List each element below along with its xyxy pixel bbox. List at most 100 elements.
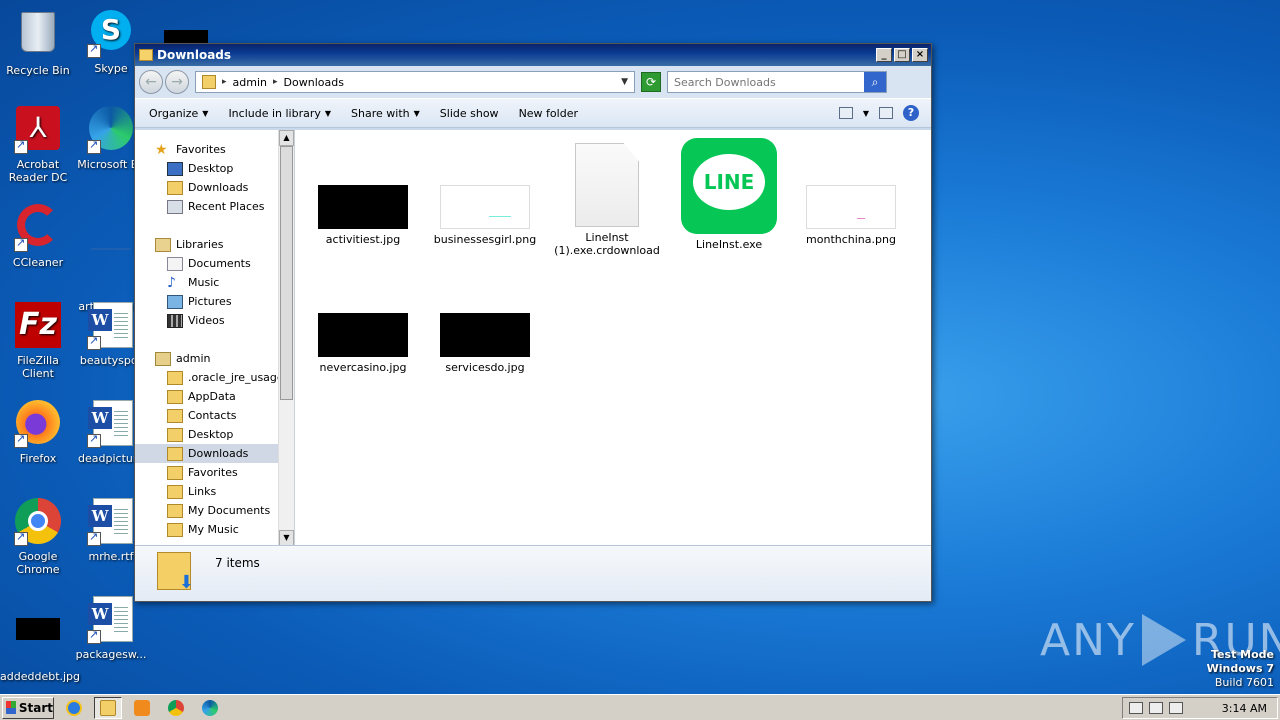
refresh-button[interactable]: ⟳ bbox=[641, 72, 661, 92]
word-doc-icon: W bbox=[87, 596, 135, 644]
nav-favorites-desktop[interactable]: Desktop bbox=[135, 159, 294, 178]
nav-folder-desktop[interactable]: Desktop bbox=[135, 425, 294, 444]
nav-libraries[interactable]: Libraries bbox=[135, 235, 294, 254]
file-name: LineInst (1).exe.crdownload bbox=[554, 231, 660, 257]
chevron-down-icon: ▼ bbox=[413, 108, 420, 118]
desktop-icon-label: mrhe.rtf bbox=[88, 550, 134, 563]
speaker-icon[interactable] bbox=[1129, 702, 1143, 714]
help-icon[interactable]: ? bbox=[903, 105, 919, 121]
desktop-icon-ccleaner[interactable]: CCleaner bbox=[0, 204, 76, 269]
file-item[interactable]: LineInst (1).exe.crdownload bbox=[547, 143, 667, 257]
nav-favorites[interactable]: ★ Favorites bbox=[135, 140, 294, 159]
taskbar-media-player[interactable] bbox=[128, 697, 156, 719]
firefox-icon bbox=[14, 400, 62, 448]
favorites-folder-icon bbox=[167, 465, 183, 480]
image-thumbnail-icon bbox=[318, 313, 408, 357]
contacts-folder-icon bbox=[167, 408, 183, 423]
preview-pane-icon[interactable] bbox=[879, 107, 893, 119]
explorer-window: Downloads _ □ × ← → ▸ admin ▸ Downloads … bbox=[134, 43, 932, 602]
nav-folder-downloads[interactable]: Downloads bbox=[135, 444, 294, 463]
new-folder-button[interactable]: New folder bbox=[511, 104, 586, 123]
nav-folder-appdata[interactable]: AppData bbox=[135, 387, 294, 406]
chevron-down-icon[interactable]: ▼ bbox=[863, 109, 869, 118]
organize-button[interactable]: Organize ▼ bbox=[141, 104, 216, 123]
scroll-up-icon[interactable]: ▲ bbox=[279, 130, 294, 146]
file-item[interactable]: activitiest.jpg bbox=[303, 185, 423, 246]
file-name: activitiest.jpg bbox=[325, 233, 401, 246]
chevron-right-icon[interactable]: ▸ bbox=[222, 77, 227, 87]
build-text: Build 7601 bbox=[1214, 676, 1274, 689]
search-input[interactable] bbox=[674, 75, 864, 89]
folder-icon bbox=[100, 699, 116, 716]
flag-icon[interactable] bbox=[1169, 702, 1183, 714]
nav-folder-my-documents[interactable]: My Documents bbox=[135, 501, 294, 520]
desktop-icon-firefox[interactable]: Firefox bbox=[0, 400, 76, 465]
slide-show-button[interactable]: Slide show bbox=[432, 104, 507, 123]
search-box[interactable]: ⌕ bbox=[667, 71, 887, 93]
chevron-right-icon[interactable]: ▸ bbox=[273, 77, 278, 87]
minimize-button[interactable]: _ bbox=[876, 48, 892, 62]
close-button[interactable]: × bbox=[912, 48, 928, 62]
windows-logo-icon bbox=[6, 701, 16, 714]
start-button[interactable]: Start bbox=[2, 696, 54, 719]
taskbar-explorer[interactable] bbox=[94, 696, 122, 719]
nav-label: Downloads bbox=[188, 447, 249, 460]
file-item[interactable]: LINE LineInst.exe bbox=[669, 138, 789, 251]
nav-folder-oracle-jre-usage[interactable]: .oracle_jre_usage bbox=[135, 368, 294, 387]
acrobat-icon: ⅄ bbox=[14, 106, 62, 154]
file-item[interactable]: servicesdo.jpg bbox=[425, 313, 545, 374]
file-item[interactable]: monthchina.png bbox=[791, 185, 911, 246]
nav-scrollbar[interactable]: ▲ ▼ bbox=[278, 130, 294, 546]
file-item[interactable]: nevercasino.jpg bbox=[303, 313, 423, 374]
taskbar-edge[interactable] bbox=[196, 697, 224, 719]
links-folder-icon bbox=[167, 484, 183, 499]
nav-library-videos[interactable]: Videos bbox=[135, 311, 294, 330]
breadcrumb-admin[interactable]: admin bbox=[233, 76, 267, 89]
nav-favorites-recent-places[interactable]: Recent Places bbox=[135, 197, 294, 216]
include-in-library-button[interactable]: Include in library ▼ bbox=[220, 104, 339, 123]
nav-folder-favorites[interactable]: Favorites bbox=[135, 463, 294, 482]
nav-user-admin[interactable]: admin bbox=[135, 349, 294, 368]
desktop-icon-acrobat[interactable]: ⅄ Acrobat Reader DC bbox=[0, 106, 76, 184]
nav-library-documents[interactable]: Documents bbox=[135, 254, 294, 273]
desktop-icon-label: packagesw... bbox=[75, 648, 147, 661]
nav-favorites-downloads[interactable]: Downloads bbox=[135, 178, 294, 197]
breadcrumb-downloads[interactable]: Downloads bbox=[284, 76, 344, 89]
chevron-down-icon[interactable]: ▼ bbox=[621, 77, 628, 87]
nav-library-music[interactable]: ♪ Music bbox=[135, 273, 294, 292]
pictures-icon bbox=[167, 294, 183, 309]
file-item[interactable]: businessesgirl.png bbox=[425, 185, 545, 246]
taskbar-chrome[interactable] bbox=[162, 697, 190, 719]
desktop-icon-addeddebt[interactable]: addeddebt.jpg bbox=[0, 596, 80, 683]
title-bar[interactable]: Downloads _ □ × bbox=[135, 44, 931, 66]
scroll-down-icon[interactable]: ▼ bbox=[279, 530, 294, 546]
scrollbar-thumb[interactable] bbox=[280, 146, 293, 400]
nav-label: Links bbox=[188, 485, 217, 498]
nav-library-pictures[interactable]: Pictures bbox=[135, 292, 294, 311]
desktop-icon-label: Google Chrome bbox=[16, 550, 60, 576]
network-icon[interactable] bbox=[1149, 702, 1163, 714]
clock[interactable]: 3:14 AM bbox=[1222, 702, 1267, 715]
nav-folder-links[interactable]: Links bbox=[135, 482, 294, 501]
view-options-icon[interactable] bbox=[838, 107, 853, 119]
desktop-icon-recycle-bin[interactable]: Recycle Bin bbox=[0, 8, 76, 77]
forward-button[interactable]: → bbox=[165, 70, 189, 94]
ccleaner-icon bbox=[14, 204, 62, 252]
nav-label: Pictures bbox=[188, 295, 232, 308]
desktop-icon-filezilla[interactable]: Fz FileZilla Client bbox=[0, 302, 76, 380]
nav-folder-my-music[interactable]: My Music bbox=[135, 520, 294, 539]
taskbar-ie[interactable] bbox=[60, 697, 88, 719]
maximize-button[interactable]: □ bbox=[894, 48, 910, 62]
nav-folder-contacts[interactable]: Contacts bbox=[135, 406, 294, 425]
search-icon[interactable]: ⌕ bbox=[864, 72, 886, 92]
desktop-icon-label: CCleaner bbox=[12, 256, 64, 269]
file-name: businessesgirl.png bbox=[433, 233, 537, 246]
documents-icon bbox=[167, 256, 183, 271]
back-button[interactable]: ← bbox=[139, 70, 163, 94]
share-with-button[interactable]: Share with ▼ bbox=[343, 104, 428, 123]
address-bar[interactable]: ▸ admin ▸ Downloads ▼ bbox=[195, 71, 635, 93]
desktop-icon-chrome[interactable]: Google Chrome bbox=[0, 498, 76, 576]
nav-label: Music bbox=[188, 276, 220, 289]
desktop-icon-packagesw[interactable]: W packagesw... bbox=[73, 596, 149, 661]
desktop-thumbnail bbox=[164, 30, 208, 44]
